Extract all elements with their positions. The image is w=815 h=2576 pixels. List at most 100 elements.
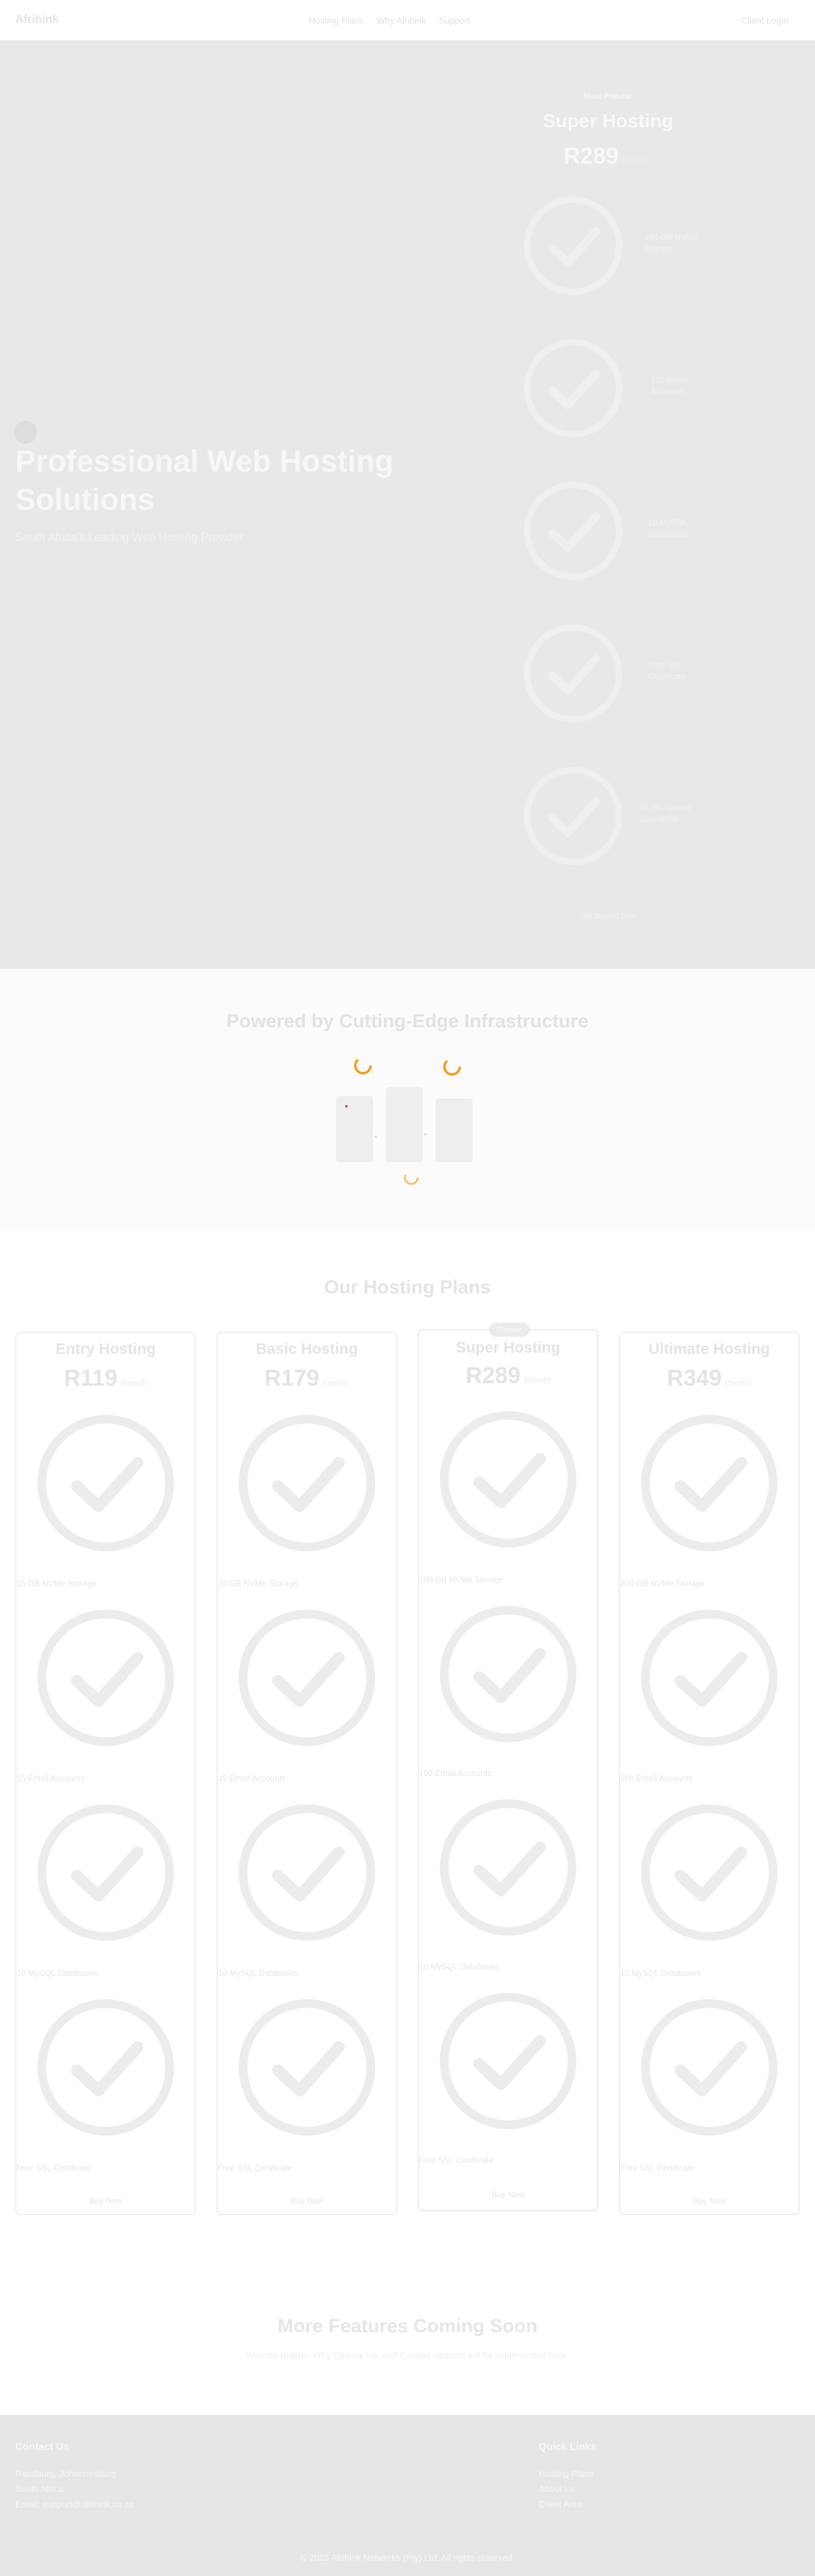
footer: Contact Us Randburg, Johannesburg South … <box>0 2415 815 2576</box>
plan-price-value: R289 <box>465 1362 521 1388</box>
check-circle-icon <box>523 624 623 723</box>
footer-link-client-area[interactable]: Client Area <box>539 2499 582 2509</box>
plans-title: Our Hosting Plans <box>324 1277 491 1298</box>
popular-badge: Popular <box>489 1323 530 1337</box>
footer-link-about-us[interactable]: About Us <box>539 2484 576 2494</box>
featured-feature-item: 100 Email Accounts <box>509 336 707 444</box>
featured-feature-label: 100 GB NVMe Storage <box>644 232 698 253</box>
buy-now-button[interactable]: Buy Now <box>218 2196 396 2206</box>
plan-price-period: /month <box>724 1377 752 1388</box>
plan-feature: 200 Email Accounts <box>620 1773 693 1783</box>
check-circle-icon <box>641 1999 778 2136</box>
hero-decorative-circle <box>14 421 37 444</box>
quick-links-heading: Quick Links <box>539 2442 597 2453</box>
plan-price: R289 /month <box>419 1362 597 1389</box>
plan-feature: 10 MySQL Databases <box>620 1968 701 1978</box>
featured-feature-label: 10 MySQL Databases <box>648 517 688 538</box>
plan-name: Entry Hosting <box>55 1341 156 1358</box>
featured-feature-item: Free SSL Certificate <box>509 621 707 729</box>
plan-feature: Free SSL Certificate <box>17 2163 91 2172</box>
check-circle-icon <box>238 1414 376 1552</box>
buy-now-button[interactable]: Buy Now <box>419 2190 597 2199</box>
check-circle-icon <box>523 481 623 581</box>
nav-link-support[interactable]: Support <box>439 15 470 25</box>
nav-link-hosting-plans[interactable]: Hosting Plans <box>309 15 364 25</box>
plan-feature: 100 Email Accounts <box>419 1768 492 1778</box>
nav-links: Hosting Plans Why Afrihink Support <box>309 15 470 25</box>
plan-feature: 200 GB NVMe Storage <box>620 1579 705 1588</box>
plan-price-period: /month <box>523 1375 551 1385</box>
plan-feature: 35 GB NVMe Storage <box>218 1579 298 1588</box>
plan-card-ultimate: Ultimate Hosting R349 /month 200 GB NVMe… <box>619 1332 800 2215</box>
check-circle-icon <box>523 339 623 438</box>
infrastructure-title: Powered by Cutting-Edge Infrastructure <box>226 1011 589 1032</box>
contact-email[interactable]: Email: support@afrihink.co.za <box>15 2499 134 2509</box>
plan-feature: 100 GB NVMe Storage <box>419 1575 504 1584</box>
nav-link-why[interactable]: Why Afrihink <box>376 15 426 25</box>
featured-feature-label: Free SSL Certificate <box>648 660 686 681</box>
check-circle-icon <box>439 1605 577 1743</box>
plan-feature: 15 GB NVMe Storage <box>17 1579 97 1588</box>
plan-price: R349 /month <box>620 1365 798 1391</box>
hero-subtitle: South Africa's Leading Web Hosting Provi… <box>15 531 244 544</box>
check-circle-icon <box>37 1609 174 1747</box>
check-circle-icon <box>641 1609 778 1747</box>
server-rack-illustration <box>336 1057 472 1185</box>
contact-address: Randburg, Johannesburg <box>15 2468 117 2479</box>
featured-price-period: /month <box>621 155 653 166</box>
coming-soon-title: More Features Coming Soon <box>277 2316 538 2337</box>
plan-price-period: /month <box>120 1377 148 1388</box>
featured-feature-item: 100 GB NVMe Storage <box>509 194 707 302</box>
client-login-link[interactable]: Client Login <box>741 15 788 25</box>
plan-price-period: /month <box>322 1377 350 1388</box>
top-navbar: Afrihink Hosting Plans Why Afrihink Supp… <box>0 0 815 41</box>
featured-feature-label: 99.9% Uptime Guarantee <box>639 803 691 824</box>
plan-feature: 10 MySQL Databases <box>218 1968 299 1978</box>
featured-plan-price: R289 /month <box>509 143 707 169</box>
contact-country: South Africa <box>15 2484 64 2494</box>
plan-name: Super Hosting <box>455 1339 560 1356</box>
check-circle-icon <box>523 196 623 295</box>
check-circle-icon <box>37 1999 174 2136</box>
featured-price-value: R289 <box>563 143 619 169</box>
coming-soon-section: More Features Coming Soon Website Builde… <box>0 2267 815 2415</box>
site-logo[interactable]: Afrihink <box>15 13 59 26</box>
featured-feature-item: 10 MySQL Databases <box>509 479 707 587</box>
plan-feature: Free SSL Certificate <box>419 2155 493 2165</box>
buy-now-button[interactable]: Buy Now <box>17 2196 195 2206</box>
check-circle-icon <box>238 1609 376 1747</box>
check-circle-icon <box>439 1799 577 1936</box>
plan-feature: 35 Email Accounts <box>218 1773 286 1783</box>
buy-now-button[interactable]: Buy Now <box>620 2196 798 2206</box>
check-circle-icon <box>439 1411 577 1548</box>
contact-heading: Contact Us <box>15 2442 69 2453</box>
plan-card-entry: Entry Hosting R119 /month 15 GB NVMe Sto… <box>15 1332 196 2215</box>
check-circle-icon <box>238 1999 376 2136</box>
footer-link-hosting-plans[interactable]: Hosting Plans <box>539 2468 593 2479</box>
featured-feature-item: 99.9% Uptime Guarantee <box>509 764 707 872</box>
check-circle-icon <box>37 1804 174 1941</box>
check-circle-icon <box>238 1804 376 1941</box>
plan-name: Ultimate Hosting <box>648 1341 770 1358</box>
get-started-button[interactable]: Get Started Now <box>509 911 707 920</box>
featured-feature-label: 100 Email Accounts <box>651 375 688 396</box>
plan-feature: 15 Email Accounts <box>17 1773 85 1783</box>
plan-price-value: R119 <box>64 1365 118 1391</box>
plan-price: R119 /month <box>17 1365 195 1391</box>
featured-plan-name: Super Hosting <box>542 111 674 132</box>
check-circle-icon <box>641 1804 778 1941</box>
plan-price-value: R349 <box>667 1365 722 1391</box>
copyright-text: © 2025 Afrihink Networks (Pty) Ltd. All … <box>300 2552 515 2563</box>
hosting-plans-section: Our Hosting Plans Entry Hosting R119 /mo… <box>0 1230 815 2267</box>
plan-feature: 10 MySQL Databases <box>17 1968 97 1978</box>
infrastructure-section: Powered by Cutting-Edge Infrastructure <box>0 969 815 1230</box>
hero-title: Professional Web Hosting Solutions <box>15 445 393 517</box>
check-circle-icon <box>37 1414 174 1552</box>
check-circle-icon <box>523 766 623 866</box>
hero-section: Professional Web Hosting Solutions South… <box>0 41 815 969</box>
check-circle-icon <box>641 1414 778 1552</box>
most-popular-badge: Most Popular <box>583 92 632 101</box>
featured-plan-card: Most Popular Super Hosting R289 /month 1… <box>509 92 707 938</box>
check-circle-icon <box>439 1992 577 2130</box>
plan-name: Basic Hosting <box>255 1341 358 1358</box>
